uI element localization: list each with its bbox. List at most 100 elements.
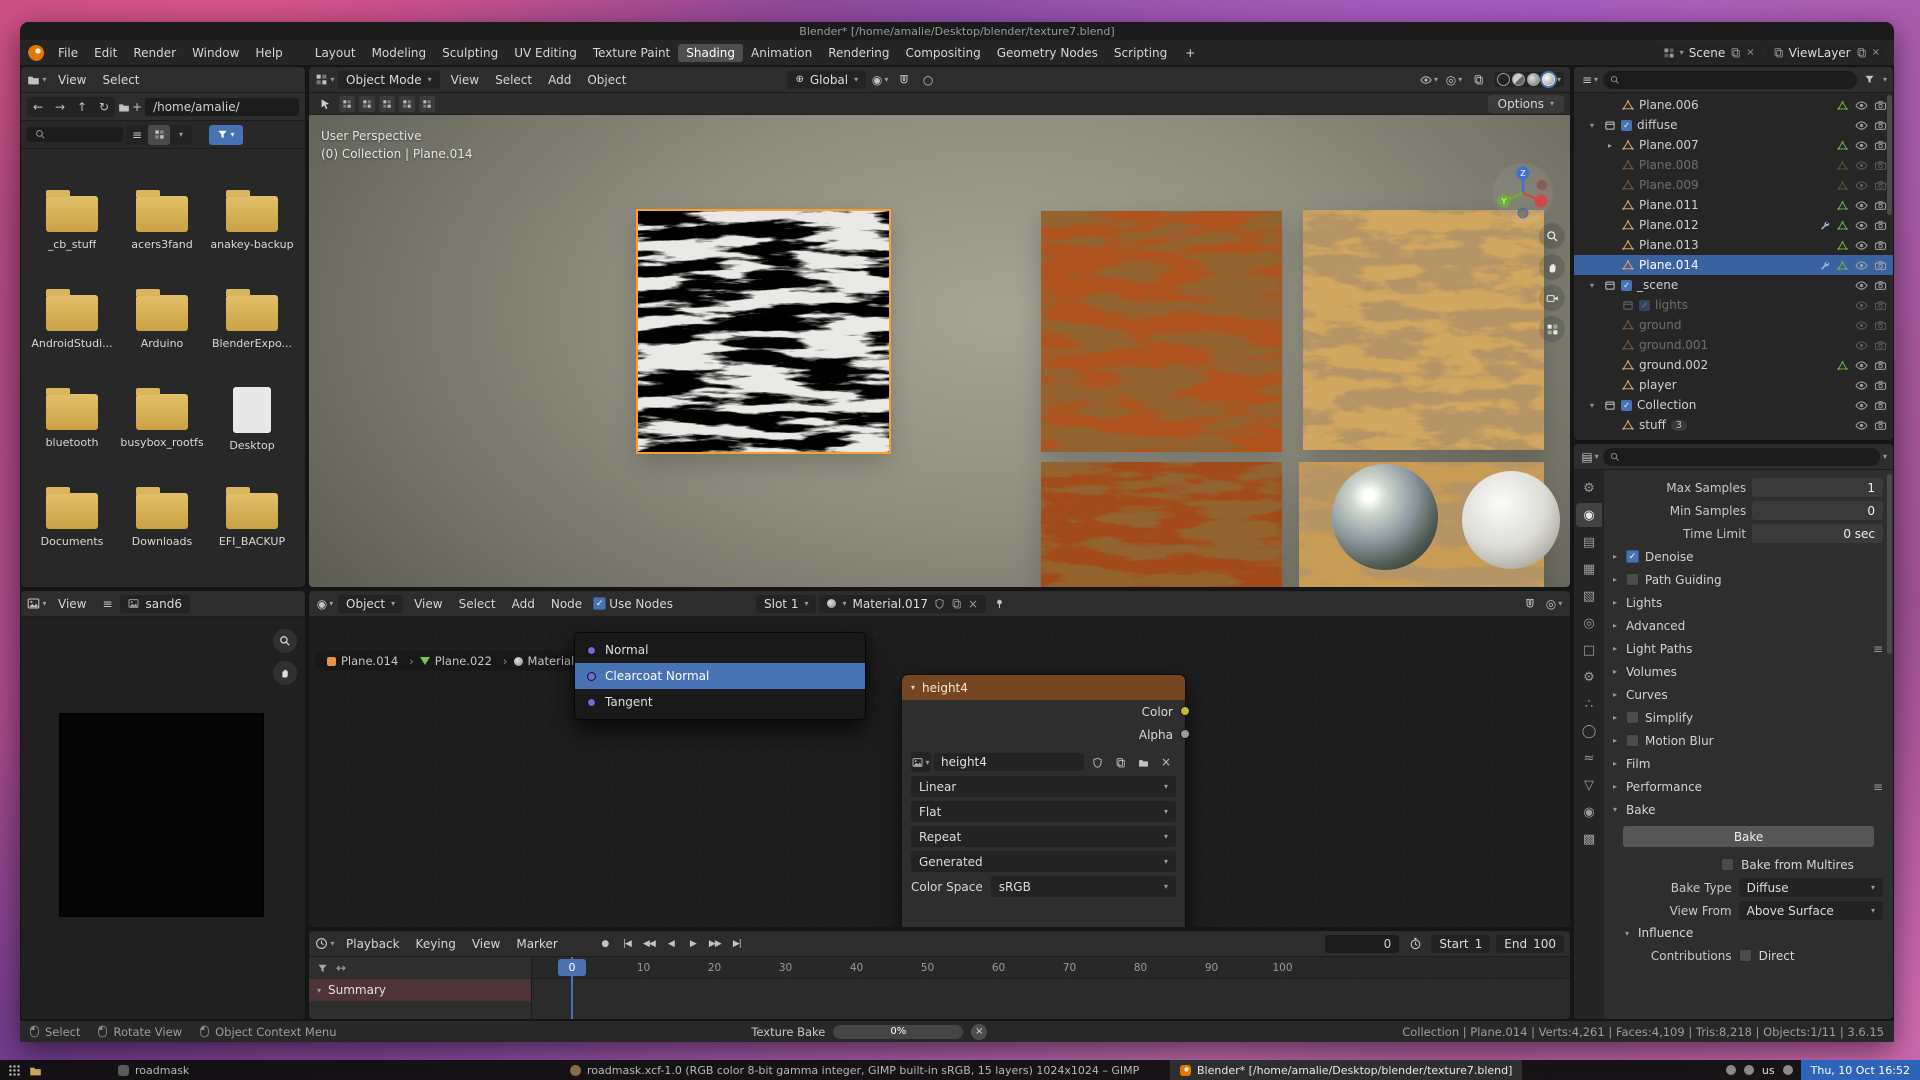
hide-eye-icon[interactable] (1854, 119, 1868, 132)
hide-eye-icon[interactable] (1854, 379, 1868, 392)
editor-type-icon[interactable]: ▾ (315, 934, 335, 954)
jump-start-icon[interactable]: |◀ (617, 934, 637, 954)
disable-render-icon[interactable] (1873, 299, 1887, 312)
hide-eye-icon[interactable] (1854, 299, 1868, 312)
playhead-frame-badge[interactable]: 0 (558, 959, 586, 976)
taskbar-window-blender[interactable]: Blender* [/home/amalie/Desktop/blender/t… (1170, 1060, 1522, 1080)
disable-render-icon[interactable] (1873, 399, 1887, 412)
add-workspace-button[interactable]: + (1177, 44, 1203, 62)
folder-tile[interactable]: EFI_BACKUP (207, 478, 297, 577)
forward-button[interactable]: → (49, 97, 71, 117)
properties-options-icon[interactable]: ▾ (1883, 452, 1887, 461)
expand-arrow[interactable]: ▾ (1590, 281, 1598, 290)
bake-type-dropdown[interactable]: Diffuse▾ (1739, 878, 1883, 897)
disable-render-icon[interactable] (1873, 219, 1887, 232)
color-output-socket[interactable] (1180, 706, 1190, 716)
textured-plane-selected[interactable] (638, 211, 889, 452)
unlink-material-icon[interactable]: × (968, 597, 978, 611)
bake-from-multires-checkbox[interactable] (1721, 858, 1734, 871)
properties-row[interactable]: Max Samples 1 ≡ (1610, 476, 1883, 499)
outliner-row[interactable]: ground.002 (1574, 355, 1893, 375)
outliner-row[interactable]: ground (1574, 315, 1893, 335)
rendered-shading-icon[interactable] (1542, 73, 1555, 86)
select-lasso-icon[interactable] (379, 96, 395, 112)
properties-row[interactable]: ▸ Light Paths ≡ (1610, 637, 1883, 660)
workspace-tab[interactable]: Animation (743, 44, 820, 62)
hide-eye-icon[interactable] (1854, 219, 1868, 232)
cancel-bake-icon[interactable]: × (971, 1024, 987, 1040)
filter-icon[interactable] (317, 963, 328, 974)
folder-tile[interactable]: Documents (27, 478, 117, 577)
tray-icon[interactable] (1726, 1065, 1736, 1075)
menu-item[interactable]: View (50, 595, 94, 613)
topbar-menu-item[interactable]: Help (247, 44, 290, 62)
taskbar-window-roadmask[interactable]: roadmask (108, 1060, 199, 1080)
keyboard-layout-indicator[interactable]: us (1762, 1064, 1775, 1077)
folder-tile[interactable]: _cb_stuff (27, 181, 117, 280)
projection-dropdown[interactable]: Flat▾ (911, 801, 1176, 822)
outliner-row[interactable]: stuff 3 (1574, 415, 1893, 435)
back-button[interactable]: ← (27, 97, 49, 117)
new-scene-icon[interactable] (1730, 47, 1741, 58)
pan-hand-icon[interactable] (273, 661, 297, 685)
panel-checkbox[interactable] (1626, 550, 1639, 563)
path-field[interactable]: /home/amalie/ (145, 98, 299, 116)
pan-view-icon[interactable] (1539, 254, 1565, 280)
folder-tile[interactable]: Arduino (117, 280, 207, 379)
collection-checkbox[interactable] (1639, 300, 1650, 311)
hide-eye-icon[interactable] (1854, 339, 1868, 352)
workspace-tab[interactable]: Compositing (897, 44, 988, 62)
node-canvas[interactable]: Plane.014 Plane.022 Material.017 (309, 617, 1570, 928)
workspace-tab[interactable]: Modeling (364, 44, 435, 62)
direct-checkbox[interactable] (1739, 949, 1752, 962)
collection-checkbox[interactable] (1621, 120, 1632, 131)
filter-icon[interactable] (1860, 70, 1880, 90)
workspace-tab[interactable]: Sculpting (434, 44, 506, 62)
expand-channels-icon[interactable]: ↔ (336, 961, 346, 975)
disable-render-icon[interactable] (1873, 139, 1887, 152)
create-folder-button[interactable]: + (118, 97, 142, 117)
disable-render-icon[interactable] (1873, 119, 1887, 132)
expand-arrow[interactable]: ▾ (1590, 121, 1598, 130)
play-reverse-icon[interactable]: ◀ (661, 934, 681, 954)
display-size-dropdown[interactable]: ▾ (170, 125, 192, 145)
start-frame-field[interactable]: Start1 (1431, 935, 1490, 953)
outliner-row[interactable]: Plane.009 (1574, 175, 1893, 195)
workspace-tab[interactable]: Geometry Nodes (989, 44, 1106, 62)
properties-tab[interactable]: ▧ (1576, 584, 1602, 608)
context-menu-item[interactable]: Tangent (575, 689, 865, 715)
expand-arrow[interactable]: ▸ (1608, 141, 1616, 150)
interpolation-dropdown[interactable]: Linear▾ (911, 776, 1176, 797)
folder-tile[interactable]: Desktop (207, 379, 297, 478)
tray-icon[interactable] (1783, 1065, 1793, 1075)
tray-icon[interactable] (1744, 1065, 1754, 1075)
properties-tab[interactable]: ∴ (1576, 692, 1602, 716)
hamburger-icon[interactable]: ≡ (97, 594, 117, 614)
properties-row[interactable]: ▸ Advanced ≡ (1610, 614, 1883, 637)
properties-tab[interactable]: ◉ (1576, 503, 1602, 527)
source-dropdown[interactable]: Generated▾ (911, 851, 1176, 872)
node-header[interactable]: ▾ height4 (902, 675, 1185, 700)
view-from-dropdown[interactable]: Above Surface▾ (1739, 901, 1883, 920)
properties-row[interactable]: Min Samples 0 ≡ (1610, 499, 1883, 522)
topbar-menu-item[interactable]: Window (184, 44, 247, 62)
image-name-field[interactable]: height4 (934, 753, 1084, 771)
collection-checkbox[interactable] (1621, 280, 1632, 291)
menu-item[interactable]: Select (487, 71, 540, 89)
viewport-canvas[interactable]: User Perspective (0) Collection | Plane.… (309, 115, 1570, 588)
properties-row[interactable]: ▸ Film ≡ (1610, 752, 1883, 775)
bake-button[interactable]: Bake (1622, 825, 1875, 848)
editor-type-icon[interactable]: ▾ (315, 70, 335, 90)
summary-channel[interactable]: ▾ Summary (309, 979, 531, 1001)
properties-tab[interactable]: ▦ (1576, 557, 1602, 581)
properties-tab[interactable]: ⚙ (1576, 476, 1602, 500)
select-circle-icon[interactable] (359, 96, 375, 112)
textured-plane-sand[interactable] (1303, 210, 1544, 450)
menu-item[interactable]: Add (504, 595, 543, 613)
current-frame-field[interactable]: 0 (1325, 935, 1399, 953)
hide-eye-icon[interactable] (1854, 99, 1868, 112)
outliner-row[interactable]: player (1574, 375, 1893, 395)
textured-plane-rust[interactable] (1041, 211, 1282, 452)
tweak-tool-icon[interactable] (315, 94, 335, 114)
expand-arrow[interactable]: ▸ (1610, 552, 1620, 561)
